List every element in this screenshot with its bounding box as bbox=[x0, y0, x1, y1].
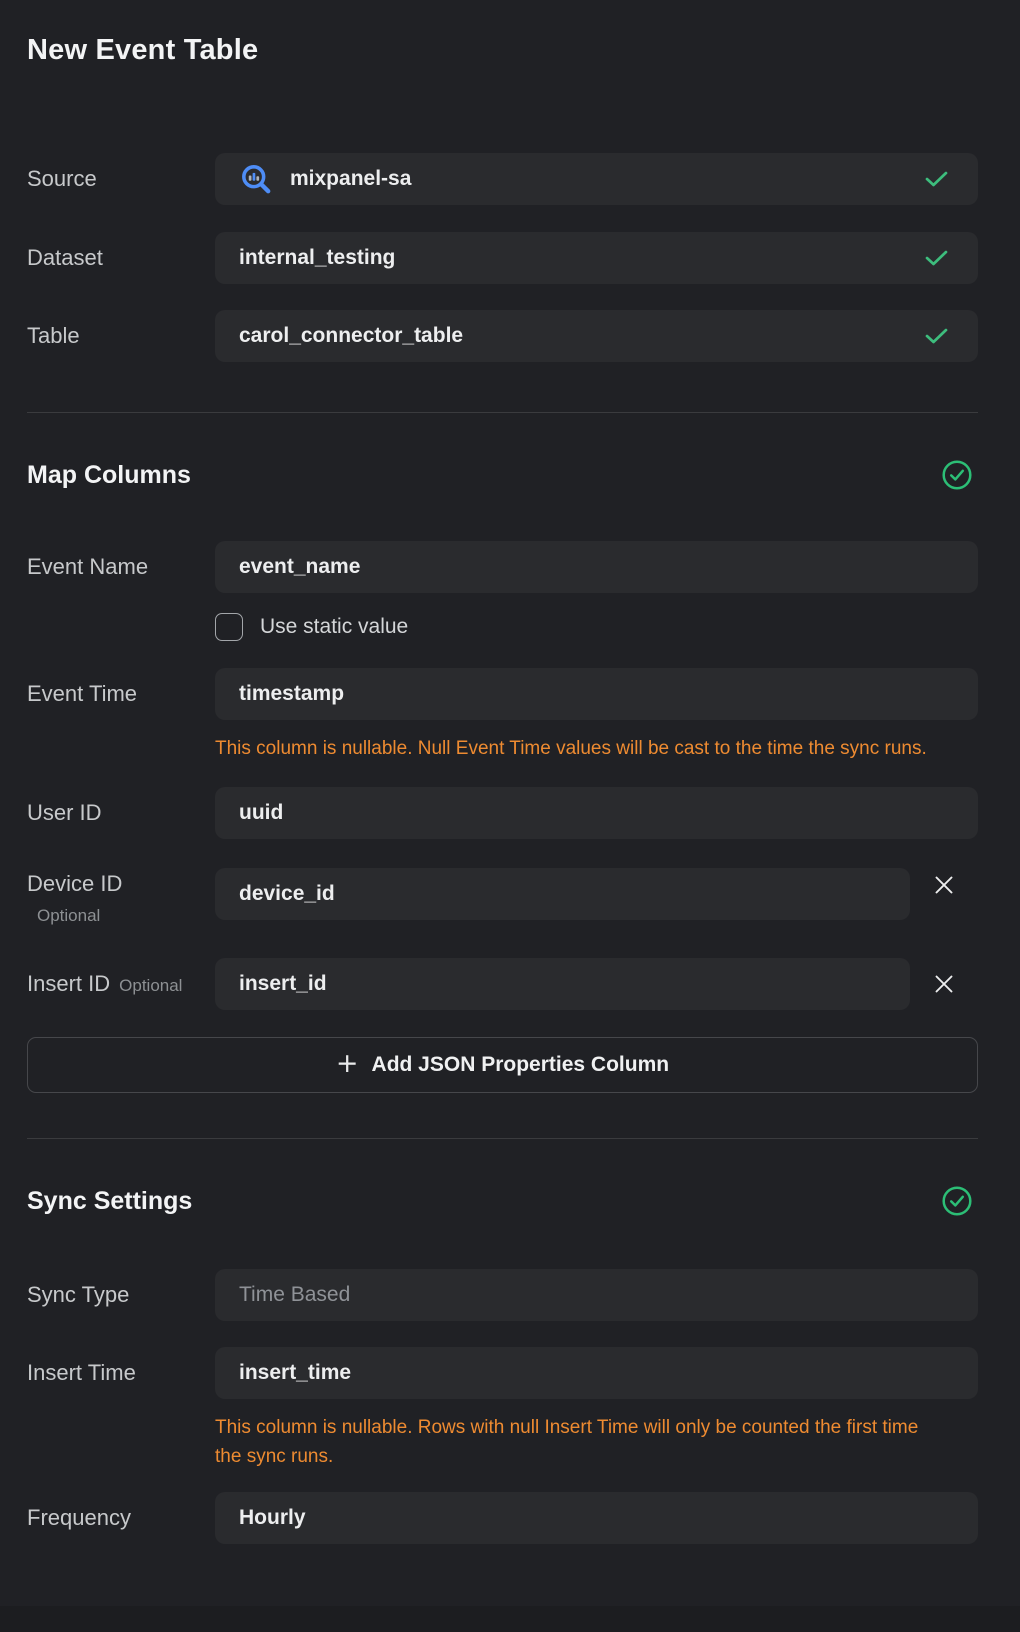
add-json-properties-label: Add JSON Properties Column bbox=[372, 1053, 670, 1077]
user-id-select[interactable]: uuid bbox=[215, 787, 978, 839]
insert-id-remove-button[interactable] bbox=[927, 967, 961, 1001]
insert-time-value: insert_time bbox=[239, 1361, 351, 1385]
check-icon bbox=[925, 250, 948, 267]
sync-type-value: Time Based bbox=[239, 1283, 350, 1307]
map-columns-heading: Map Columns bbox=[27, 461, 191, 490]
event-time-value: timestamp bbox=[239, 682, 344, 706]
insert-time-warning: This column is nullable. Rows with null … bbox=[215, 1413, 941, 1471]
insert-time-label: Insert Time bbox=[27, 1360, 136, 1385]
sync-type-select: Time Based bbox=[215, 1269, 978, 1321]
device-id-optional-label: Optional bbox=[37, 906, 215, 926]
device-id-row: Device ID Optional device_id bbox=[27, 868, 978, 926]
device-id-label: Device ID bbox=[27, 871, 215, 897]
table-value: carol_connector_table bbox=[239, 324, 463, 348]
insert-time-row: Insert Time insert_time bbox=[27, 1347, 978, 1399]
event-name-select[interactable]: event_name bbox=[215, 541, 978, 593]
source-label: Source bbox=[27, 166, 97, 191]
frequency-label: Frequency bbox=[27, 1505, 131, 1530]
bigquery-icon bbox=[239, 162, 273, 196]
event-time-label: Event Time bbox=[27, 681, 137, 706]
use-static-value-checkbox[interactable] bbox=[215, 613, 243, 641]
insert-id-optional-label: Optional bbox=[119, 976, 182, 995]
dataset-select[interactable]: internal_testing bbox=[215, 232, 978, 284]
event-name-row: Event Name event_name bbox=[27, 541, 978, 593]
source-row: Source mixpanel-sa bbox=[27, 153, 978, 205]
user-id-row: User ID uuid bbox=[27, 787, 978, 839]
section-divider bbox=[27, 412, 978, 413]
section-divider bbox=[27, 1138, 978, 1139]
device-id-select[interactable]: device_id bbox=[215, 868, 910, 920]
event-time-row: Event Time timestamp bbox=[27, 668, 978, 720]
page-title: New Event Table bbox=[27, 0, 978, 67]
sync-type-label: Sync Type bbox=[27, 1282, 129, 1307]
check-icon bbox=[925, 171, 948, 188]
table-row: Table carol_connector_table bbox=[27, 310, 978, 362]
event-name-label: Event Name bbox=[27, 554, 148, 579]
check-icon bbox=[925, 328, 948, 345]
bottom-edge-strip bbox=[0, 1606, 1020, 1632]
event-time-select[interactable]: timestamp bbox=[215, 668, 978, 720]
sync-settings-header: Sync Settings bbox=[27, 1186, 978, 1216]
add-json-properties-button[interactable]: + Add JSON Properties Column bbox=[27, 1037, 978, 1093]
device-id-remove-button[interactable] bbox=[927, 868, 961, 902]
dataset-row: Dataset internal_testing bbox=[27, 232, 978, 284]
user-id-value: uuid bbox=[239, 801, 283, 825]
insert-time-select[interactable]: insert_time bbox=[215, 1347, 978, 1399]
frequency-select[interactable]: Hourly bbox=[215, 1492, 978, 1544]
insert-id-select[interactable]: insert_id bbox=[215, 958, 910, 1010]
frequency-value: Hourly bbox=[239, 1506, 306, 1530]
use-static-value-row[interactable]: Use static value bbox=[215, 613, 978, 641]
circle-check-icon bbox=[941, 1185, 973, 1217]
event-name-value: event_name bbox=[239, 555, 360, 579]
dataset-label: Dataset bbox=[27, 245, 103, 270]
use-static-value-label: Use static value bbox=[260, 615, 408, 639]
event-time-warning: This column is nullable. Null Event Time… bbox=[215, 734, 941, 763]
device-id-value: device_id bbox=[239, 882, 335, 906]
sync-type-row: Sync Type Time Based bbox=[27, 1269, 978, 1321]
plus-icon: + bbox=[336, 1050, 359, 1077]
frequency-row: Frequency Hourly bbox=[27, 1492, 978, 1544]
source-value: mixpanel-sa bbox=[290, 167, 411, 191]
sync-settings-heading: Sync Settings bbox=[27, 1187, 192, 1216]
dataset-value: internal_testing bbox=[239, 246, 395, 270]
table-select[interactable]: carol_connector_table bbox=[215, 310, 978, 362]
circle-check-icon bbox=[941, 459, 973, 491]
map-columns-header: Map Columns bbox=[27, 460, 978, 490]
insert-id-row: Insert ID Optional insert_id bbox=[27, 958, 978, 1010]
insert-id-label: Insert ID bbox=[27, 971, 110, 996]
insert-id-value: insert_id bbox=[239, 972, 327, 996]
user-id-label: User ID bbox=[27, 800, 102, 825]
table-label: Table bbox=[27, 323, 80, 348]
source-select[interactable]: mixpanel-sa bbox=[215, 153, 978, 205]
